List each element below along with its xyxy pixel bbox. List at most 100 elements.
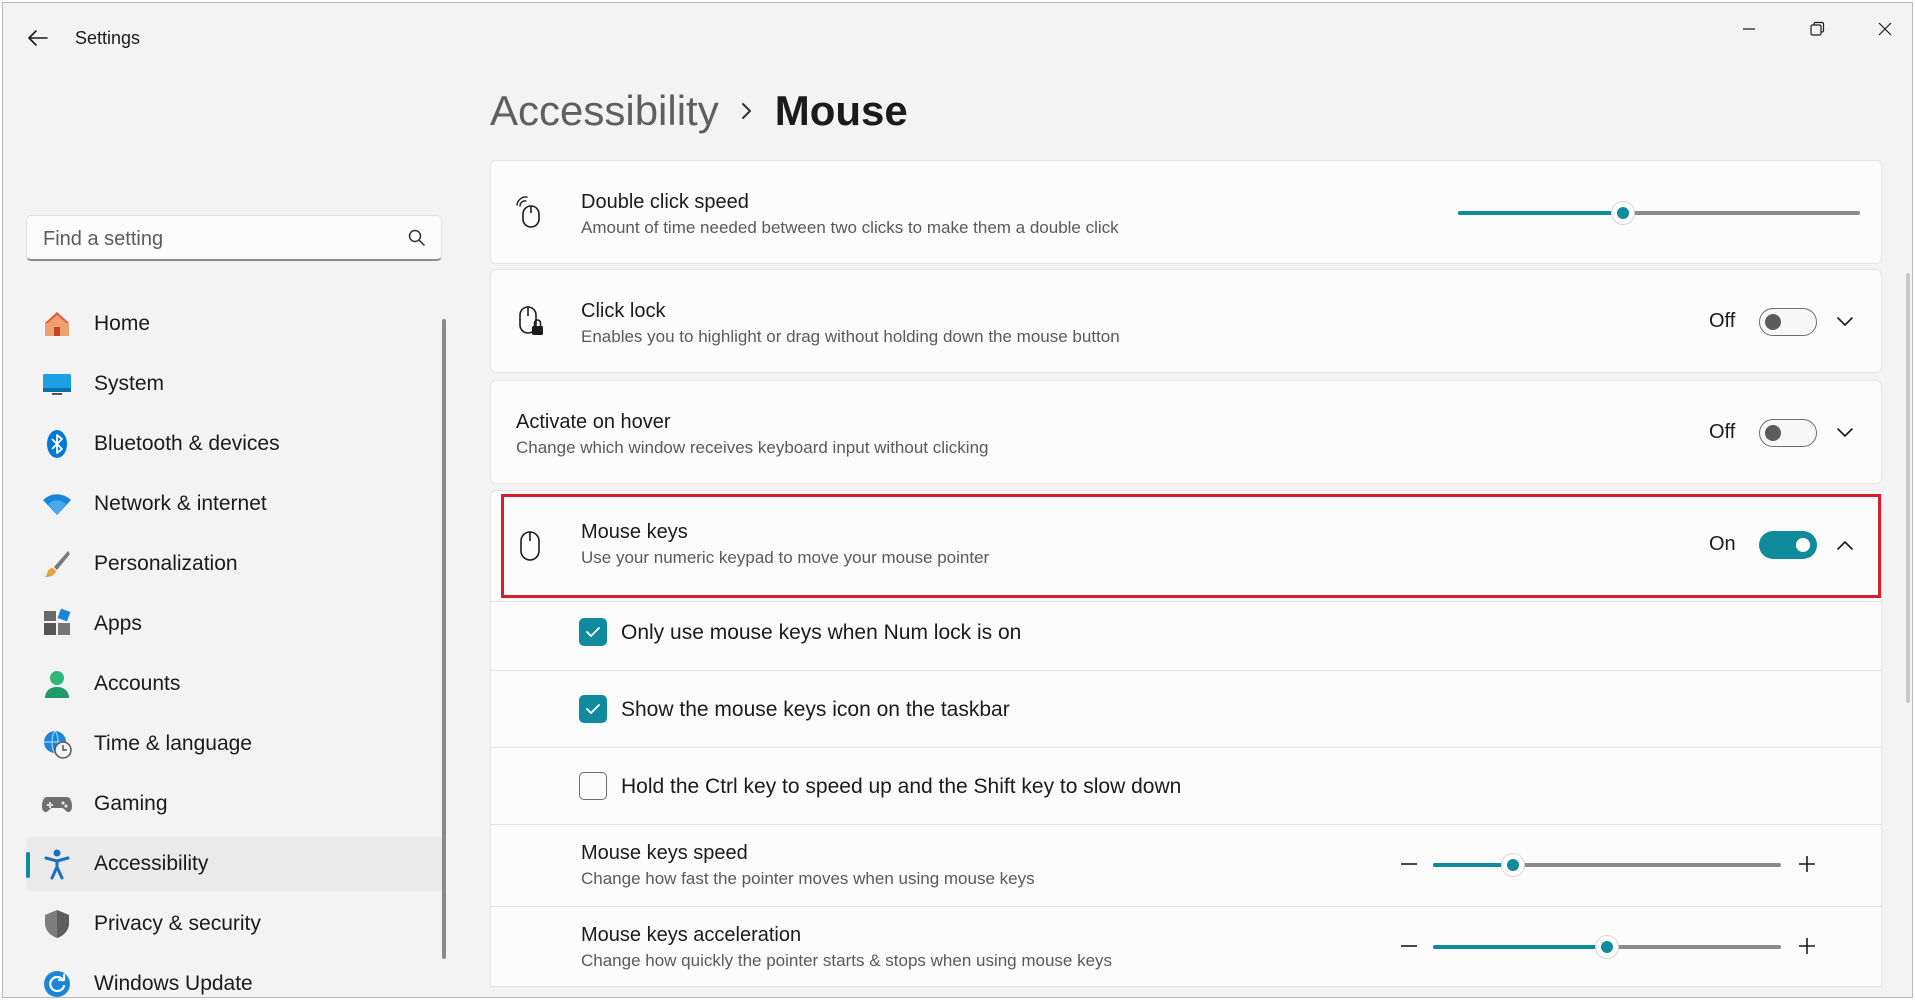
search-input[interactable]: Find a setting <box>43 228 163 251</box>
activate-on-hover-card[interactable]: Activate on hover Change which window re… <box>490 380 1882 484</box>
mouse-lock-icon <box>513 305 547 339</box>
sidebar-item-apps[interactable]: Apps <box>26 597 444 651</box>
sidebar-scrollbar[interactable] <box>442 319 446 959</box>
mouse-keys-speed-slider[interactable] <box>1433 853 1781 877</box>
activate-on-hover-toggle[interactable] <box>1759 419 1817 447</box>
minus-icon[interactable] <box>1397 852 1421 876</box>
search-box[interactable]: Find a setting <box>26 215 442 261</box>
bluetooth-icon <box>40 427 74 461</box>
restore-icon <box>1809 21 1825 42</box>
slider-thumb[interactable] <box>1595 935 1619 959</box>
main-scrollbar[interactable] <box>1906 273 1910 703</box>
sidebar-item-label: Network & internet <box>94 492 267 515</box>
chevron-down-icon[interactable] <box>1833 421 1857 445</box>
sidebar-item-label: Gaming <box>94 792 168 815</box>
sidebar-item-label: Bluetooth & devices <box>94 432 280 455</box>
activate-on-hover-desc: Change which window receives keyboard in… <box>516 438 989 457</box>
chevron-right-icon <box>741 102 753 120</box>
apps-icon <box>40 607 74 641</box>
mouse-keys-options: Only use mouse keys when Num lock is on … <box>490 602 1882 987</box>
system-icon <box>40 367 74 401</box>
num-lock-label: Only use mouse keys when Num lock is on <box>621 621 1022 644</box>
accessibility-icon <box>40 847 74 881</box>
mouse-click-icon <box>513 195 547 229</box>
checkmark-icon <box>586 627 600 637</box>
update-icon <box>40 967 74 997</box>
divider <box>490 824 1882 825</box>
app-title: Settings <box>75 28 141 48</box>
sidebar-item-home[interactable]: Home <box>26 297 444 351</box>
ctrl-shift-checkbox[interactable] <box>579 772 607 800</box>
settings-window: Settings Find a setting Home System Blue… <box>2 2 1913 998</box>
active-indicator <box>26 852 30 878</box>
mouse-keys-acceleration-desc: Change how quickly the pointer starts & … <box>581 951 1113 970</box>
slider-fill <box>1458 211 1623 215</box>
sidebar-item-label: Home <box>94 312 151 335</box>
back-button[interactable] <box>17 19 59 61</box>
mouse-keys-speed-title: Mouse keys speed <box>581 842 748 864</box>
mouse-keys-acceleration-slider[interactable] <box>1433 935 1781 959</box>
click-lock-desc: Enables you to highlight or drag without… <box>581 327 1120 346</box>
activate-on-hover-title: Activate on hover <box>516 411 671 433</box>
divider <box>490 906 1882 907</box>
sidebar-item-network[interactable]: Network & internet <box>26 477 444 531</box>
sidebar-item-system[interactable]: System <box>26 357 444 411</box>
ctrl-shift-label: Hold the Ctrl key to speed up and the Sh… <box>621 775 1182 798</box>
divider <box>490 986 1882 987</box>
taskbar-icon-label: Show the mouse keys icon on the taskbar <box>621 698 1010 721</box>
double-click-speed-slider[interactable] <box>1458 201 1860 225</box>
slider-thumb[interactable] <box>1501 853 1526 877</box>
divider <box>490 747 1882 748</box>
gamepad-icon <box>40 787 74 821</box>
sidebar-item-accessibility[interactable]: Accessibility <box>26 837 444 891</box>
mouse-keys-speed-desc: Change how fast the pointer moves when u… <box>581 869 1035 888</box>
sidebar-item-bluetooth[interactable]: Bluetooth & devices <box>26 417 444 471</box>
sidebar-item-label: Accessibility <box>94 852 209 875</box>
brush-icon <box>40 547 74 581</box>
sidebar-item-label: Personalization <box>94 552 238 575</box>
minus-icon[interactable] <box>1397 934 1421 958</box>
click-lock-toggle[interactable] <box>1759 308 1817 336</box>
divider <box>490 670 1882 671</box>
sidebar-item-label: Privacy & security <box>94 912 261 935</box>
activate-on-hover-state: Off <box>1709 421 1736 443</box>
slider-fill <box>1433 945 1607 949</box>
minimize-icon <box>1741 21 1757 42</box>
sidebar-item-gaming[interactable]: Gaming <box>26 777 444 831</box>
double-click-speed-title: Double click speed <box>581 191 749 213</box>
mouse-keys-acceleration-title: Mouse keys acceleration <box>581 924 802 946</box>
close-icon <box>1877 21 1893 42</box>
sidebar-item-label: System <box>94 372 165 395</box>
num-lock-checkbox[interactable] <box>579 618 607 646</box>
search-icon[interactable] <box>407 228 427 253</box>
restore-button[interactable] <box>1789 11 1845 51</box>
home-icon <box>40 307 74 341</box>
sidebar-item-windows-update[interactable]: Windows Update <box>26 957 444 997</box>
plus-icon[interactable] <box>1795 852 1819 876</box>
sidebar-item-privacy[interactable]: Privacy & security <box>26 897 444 951</box>
click-lock-state: Off <box>1709 310 1736 332</box>
accounts-icon <box>40 667 74 701</box>
sidebar-item-label: Apps <box>94 612 142 635</box>
page-title: Mouse <box>774 87 908 134</box>
breadcrumb: Accessibility Mouse <box>490 87 908 135</box>
sidebar-item-label: Windows Update <box>94 972 253 995</box>
sidebar-item-label: Time & language <box>94 732 252 755</box>
sidebar-item-accounts[interactable]: Accounts <box>26 657 444 711</box>
chevron-down-icon[interactable] <box>1833 310 1857 334</box>
highlight-box <box>501 494 1881 598</box>
sidebar-item-personalization[interactable]: Personalization <box>26 537 444 591</box>
double-click-speed-card: Double click speed Amount of time needed… <box>490 160 1882 264</box>
taskbar-icon-checkbox[interactable] <box>579 695 607 723</box>
slider-thumb[interactable] <box>1610 201 1635 225</box>
breadcrumb-parent[interactable]: Accessibility <box>490 87 719 135</box>
sidebar-item-time-language[interactable]: Time & language <box>26 717 444 771</box>
wifi-icon <box>40 487 74 521</box>
click-lock-title: Click lock <box>581 300 666 322</box>
double-click-speed-desc: Amount of time needed between two clicks… <box>581 218 1119 237</box>
click-lock-card[interactable]: Click lock Enables you to highlight or d… <box>490 269 1882 373</box>
minimize-button[interactable] <box>1721 11 1777 51</box>
checkmark-icon <box>586 704 600 714</box>
plus-icon[interactable] <box>1795 934 1819 958</box>
close-button[interactable] <box>1857 11 1912 51</box>
